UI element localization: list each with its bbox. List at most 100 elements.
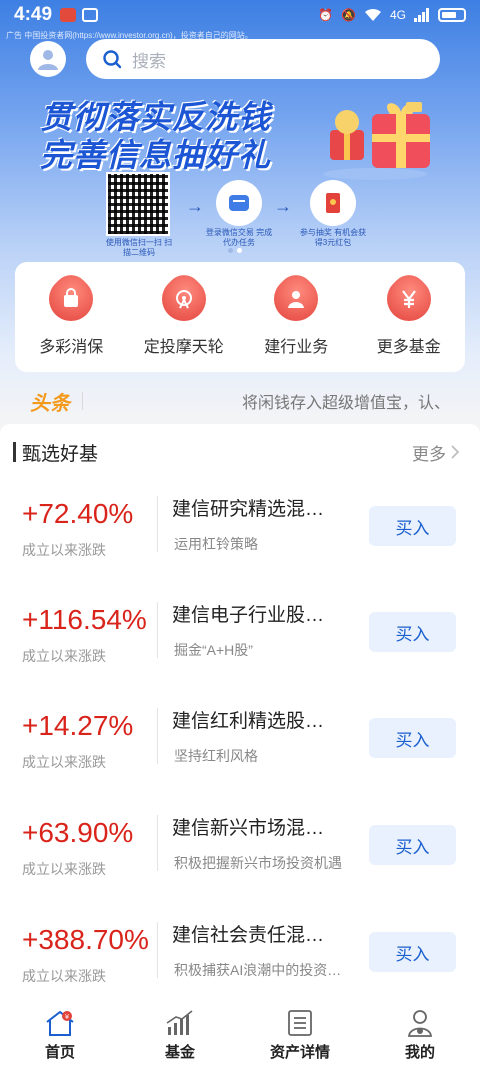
tab-home[interactable]: ¥ 首页	[5, 1009, 115, 1062]
fund-row[interactable]: +116.54% 成立以来涨跌 建信电子行业股… 掘金“A+H股” 买入	[0, 584, 480, 690]
tab-label: 首页	[44, 1044, 75, 1061]
section-title: 甄选好基	[22, 443, 99, 465]
carousel-dot-active	[237, 248, 242, 253]
fund-return-label: 成立以来涨跌	[22, 754, 106, 770]
status-indicators: ⏰ 🔕 4G	[318, 8, 466, 22]
qr-code	[106, 172, 170, 236]
bag-icon	[40, 267, 103, 331]
fund-name: 建信社会责任混…	[172, 925, 325, 946]
quick-action-ferris-wheel[interactable]: 定投摩天轮	[129, 267, 239, 357]
carousel-indicator	[228, 248, 242, 253]
quick-action-more-funds[interactable]: 更多基金	[354, 267, 464, 357]
headline-ticker[interactable]: 头条 将闲钱存入超级增值宝，认、	[30, 386, 450, 416]
divider	[157, 496, 158, 552]
buy-button[interactable]: 买入	[369, 718, 456, 758]
tab-funds[interactable]: 基金	[125, 1009, 235, 1062]
more-link[interactable]: 更多	[412, 440, 460, 465]
yen-icon	[377, 267, 440, 331]
tab-label: 基金	[164, 1044, 195, 1061]
status-bar: 4:49 ⏰ 🔕 4G	[0, 0, 480, 30]
fund-return-label: 成立以来涨跌	[22, 968, 106, 984]
user-icon	[38, 50, 58, 70]
buy-button[interactable]: 买入	[369, 932, 456, 972]
bottom-tab-bar: ¥ 首页 基金 资产详情 我的	[0, 1004, 480, 1067]
fund-name: 建信红利精选股…	[172, 711, 325, 732]
quick-action-label: 更多基金	[376, 339, 441, 356]
section-accent-bar	[13, 442, 16, 462]
fund-return-rate: +14.27%	[22, 710, 134, 741]
section-header: 甄选好基 更多	[13, 440, 460, 465]
search-icon	[103, 50, 122, 69]
divider	[157, 922, 158, 978]
search-placeholder: 搜索	[132, 51, 166, 71]
signal-icon	[414, 8, 429, 22]
divider	[82, 392, 83, 410]
fund-description: 积极把握新兴市场投资机遇	[174, 855, 342, 871]
gallery-notification-icon	[82, 8, 99, 22]
headline-text[interactable]: 将闲钱存入超级增值宝，认、	[242, 389, 450, 413]
wechat-icon	[229, 195, 249, 211]
chart-icon	[166, 1010, 193, 1035]
qr-caption: 使用微信扫一扫 扫描二维码	[105, 238, 173, 257]
step1-caption: 登录微信交易 完成代办任务	[205, 228, 273, 247]
headline-tag: 头条	[30, 392, 70, 415]
banner-title-line2: 完善信息抽好礼	[40, 137, 272, 173]
fund-return-label: 成立以来涨跌	[22, 648, 106, 664]
fund-row[interactable]: +388.70% 成立以来涨跌 建信社会责任混… 积极捕获AI浪潮中的投资… 买…	[0, 904, 480, 1010]
svg-text:¥: ¥	[65, 1013, 70, 1021]
fund-return-label: 成立以来涨跌	[22, 542, 106, 558]
avatar[interactable]	[30, 41, 66, 77]
quick-action-label: 建行业务	[264, 339, 329, 356]
red-packet-icon	[326, 193, 340, 213]
profile-icon	[408, 1010, 432, 1037]
carousel-dot	[228, 248, 233, 253]
fund-return-label: 成立以来涨跌	[22, 861, 106, 877]
more-label: 更多	[412, 444, 446, 464]
fund-name: 建信新兴市场混…	[172, 818, 325, 839]
tab-label: 资产详情	[269, 1044, 330, 1061]
step2-caption: 参与抽奖 有机会获得3元红包	[299, 228, 367, 247]
step1-icon	[216, 180, 262, 226]
fund-description: 积极捕获AI浪潮中的投资…	[174, 962, 342, 978]
tab-label: 我的	[404, 1044, 435, 1061]
app-notification-icon	[60, 8, 77, 22]
search-input[interactable]: 搜索	[86, 39, 440, 79]
arrow-right-icon: →	[186, 196, 204, 216]
ferris-wheel-icon	[152, 267, 215, 331]
fund-name: 建信电子行业股…	[172, 605, 325, 626]
network-type: 4G	[389, 8, 406, 22]
arrow-right-icon: →	[274, 196, 292, 216]
quick-action-label: 定投摩天轮	[143, 339, 224, 356]
buy-button[interactable]: 买入	[369, 612, 456, 652]
tab-profile[interactable]: 我的	[365, 1009, 475, 1062]
wifi-icon	[364, 8, 381, 21]
status-time: 4:49	[14, 4, 53, 25]
quick-action-consumer-protection[interactable]: 多彩消保	[16, 267, 126, 357]
tab-assets[interactable]: 资产详情	[245, 1009, 355, 1062]
fund-description: 坚持红利风格	[174, 748, 258, 764]
fund-row[interactable]: +14.27% 成立以来涨跌 建信红利精选股… 坚持红利风格 买入	[0, 690, 480, 796]
buy-button[interactable]: 买入	[369, 506, 456, 546]
list-icon	[288, 1010, 312, 1036]
fund-return-rate: +388.70%	[22, 924, 149, 955]
divider	[157, 602, 158, 658]
search-row: 搜索	[30, 38, 440, 80]
fund-description: 掘金“A+H股”	[174, 642, 253, 658]
quick-action-label: 多彩消保	[39, 339, 104, 356]
promo-banner[interactable]: 贯彻落实反洗钱 完善信息抽好礼 使用微信扫一扫 扫描二维码 → 登录微信交易 完…	[20, 88, 460, 258]
fund-return-rate: +63.90%	[22, 817, 134, 848]
fund-name: 建信研究精选混…	[172, 499, 325, 520]
chevron-right-icon	[451, 445, 460, 459]
battery-icon	[438, 8, 466, 22]
featured-funds-section: 甄选好基 更多 +72.40% 成立以来涨跌 建信研究精选混… 运用杠铃策略 买…	[0, 424, 480, 1004]
divider	[157, 708, 158, 764]
notification-icons	[60, 8, 99, 22]
fund-row[interactable]: +72.40% 成立以来涨跌 建信研究精选混… 运用杠铃策略 买入	[0, 478, 480, 584]
home-icon: ¥	[46, 1010, 74, 1036]
quick-action-ccb-business[interactable]: 建行业务	[241, 267, 351, 357]
fund-description: 运用杠铃策略	[174, 536, 258, 552]
step2-icon	[310, 180, 356, 226]
buy-button[interactable]: 买入	[369, 825, 456, 865]
fund-row[interactable]: +63.90% 成立以来涨跌 建信新兴市场混… 积极把握新兴市场投资机遇 买入	[0, 797, 480, 903]
alarm-icon: ⏰	[318, 8, 334, 22]
